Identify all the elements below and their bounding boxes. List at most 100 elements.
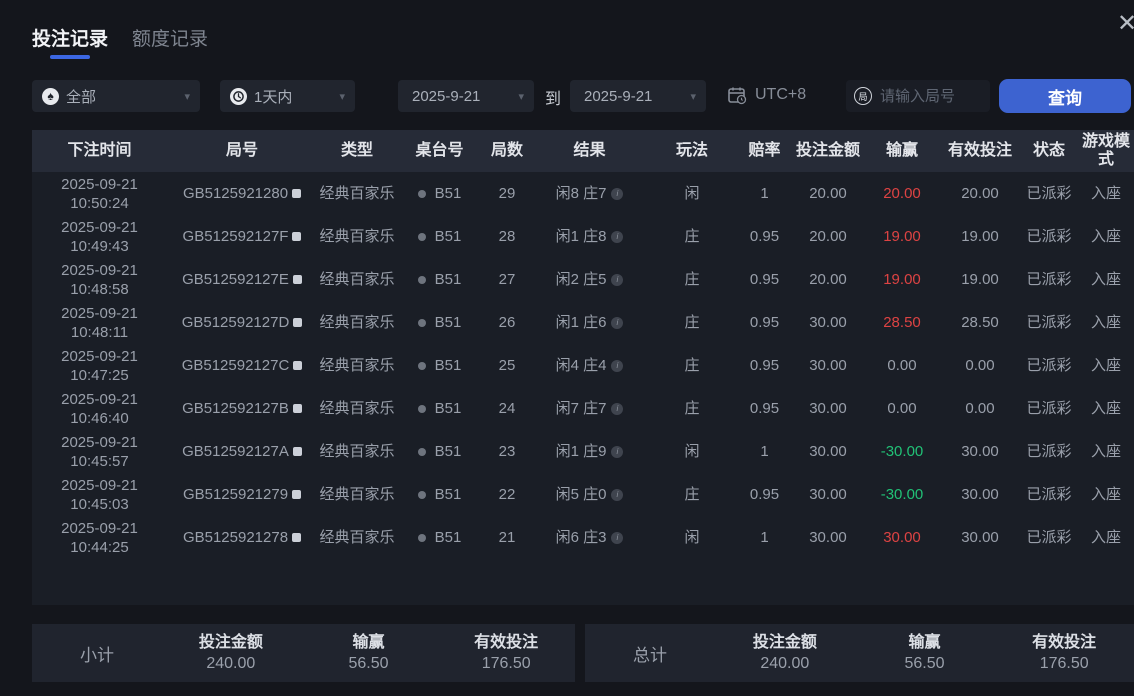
result-cell: 闲1 庄9 i	[532, 442, 647, 461]
bet-clock: 10:46:40	[70, 409, 129, 427]
result-text: 闲5 庄0	[555, 486, 607, 503]
result-text: 闲1 庄9	[555, 443, 607, 460]
bet-clock: 10:50:24	[70, 194, 129, 212]
total-bet-group: 投注金额 240.00	[715, 633, 855, 674]
info-icon[interactable]: i	[611, 488, 624, 501]
subtotal-win-value: 56.50	[348, 654, 389, 672]
copy-icon[interactable]	[292, 404, 302, 413]
header-win-loss: 输赢	[885, 142, 918, 159]
game-mode-cell: 入座	[1090, 529, 1121, 546]
search-button[interactable]: 查询	[999, 79, 1131, 113]
valid-bet-cell: 30.00	[961, 486, 999, 503]
time-range-select[interactable]: 1天内 ▾	[220, 80, 355, 112]
status-cell: 已派彩	[1026, 185, 1072, 202]
header-table-no: 桌台号	[415, 142, 464, 159]
info-icon[interactable]: i	[611, 531, 624, 544]
round-count-cell: 28	[498, 228, 516, 245]
game-mode-cell: 入座	[1090, 443, 1121, 460]
bet-records-table: 下注时间 局号 类型 桌台号 局数 结果 玩法 赔率 投注金额 输赢 有效投注 …	[32, 130, 1134, 605]
date-to-picker[interactable]: 2025-9-21 ▾	[570, 80, 706, 112]
bet-date: 2025-09-21	[61, 390, 138, 408]
round-count-cell: 26	[498, 314, 516, 331]
status-cell: 已派彩	[1026, 314, 1072, 331]
bet-clock: 10:48:11	[70, 323, 129, 341]
bet-time-cell: 2025-09-21 10:46:40	[32, 390, 167, 428]
game-mode-cell: 入座	[1090, 486, 1121, 503]
table-no-cell: B51	[397, 227, 482, 246]
bet-amount-cell: 30.00	[809, 443, 847, 460]
total-win-value: 56.50	[904, 654, 945, 672]
round-count-cell: 29	[498, 185, 516, 202]
total-win-group: 输赢 56.50	[855, 633, 995, 674]
bet-clock: 10:48:58	[70, 280, 129, 298]
time-range-value: 1天内	[254, 88, 293, 106]
odds-cell: 0.95	[749, 400, 780, 417]
round-id: GB512592127B	[182, 400, 289, 417]
round-count-cell: 23	[498, 443, 516, 460]
filter-bar: ♠ 全部 ▾ 1天内 ▾ 2025-9-21 ▾ 到 2025-9-21 ▾ U…	[0, 79, 1134, 114]
copy-icon[interactable]	[292, 533, 302, 542]
bet-clock: 10:44:25	[70, 538, 129, 556]
round-id-cell: GB512592127C	[167, 356, 317, 375]
round-id-cell: GB512592127E	[167, 270, 317, 289]
header-bet-time: 下注时间	[67, 142, 132, 159]
bet-time-cell: 2025-09-21 10:45:03	[32, 476, 167, 514]
total-valid-value: 176.50	[1039, 654, 1089, 672]
tab-quota-records[interactable]: 额度记录	[132, 24, 208, 59]
subtotal-win-group: 输赢 56.50	[300, 633, 438, 674]
table-no: B51	[434, 228, 462, 245]
game-mode-cell: 入座	[1090, 228, 1121, 245]
odds-cell: 1	[760, 529, 769, 546]
round-id: GB512592127E	[182, 271, 289, 288]
round-id: GB5125921278	[182, 529, 289, 546]
table-row: 2025-09-21 10:49:43 GB512592127F 经典百家乐 B…	[32, 215, 1134, 258]
timezone-value: UTC+8	[755, 86, 807, 103]
info-icon[interactable]: i	[611, 230, 624, 243]
valid-bet-cell: 0.00	[965, 400, 995, 417]
info-icon[interactable]: i	[611, 445, 624, 458]
game-type-cell: 经典百家乐	[319, 486, 395, 503]
result-text: 闲8 庄7	[555, 185, 607, 202]
subtotal-valid-value: 176.50	[481, 654, 531, 672]
bet-time-cell: 2025-09-21 10:45:57	[32, 433, 167, 471]
table-no: B51	[434, 271, 462, 288]
play-cell: 庄	[684, 486, 700, 503]
game-mode-cell: 入座	[1090, 314, 1121, 331]
status-cell: 已派彩	[1026, 357, 1072, 374]
copy-icon[interactable]	[292, 189, 302, 198]
game-type-cell: 经典百家乐	[319, 228, 395, 245]
valid-bet-cell: 30.00	[961, 529, 999, 546]
round-id-cell: GB512592127F	[167, 227, 317, 246]
bet-date: 2025-09-21	[61, 433, 138, 451]
copy-icon[interactable]	[293, 361, 303, 370]
subtotal-win-title: 输赢	[352, 633, 385, 651]
close-icon[interactable]: ✕	[1117, 12, 1134, 36]
tab-bet-records[interactable]: 投注记录	[32, 24, 108, 59]
info-icon[interactable]: i	[611, 273, 624, 286]
bet-time-cell: 2025-09-21 10:48:11	[32, 304, 167, 342]
copy-icon[interactable]	[292, 490, 302, 499]
header-round-count: 局数	[490, 142, 523, 159]
result-text: 闲7 庄7	[555, 400, 607, 417]
status-cell: 已派彩	[1026, 400, 1072, 417]
win-loss-cell: 20.00	[883, 185, 921, 202]
info-icon[interactable]: i	[611, 316, 624, 329]
game-type-select[interactable]: ♠ 全部 ▾	[32, 80, 200, 112]
copy-icon[interactable]	[293, 318, 303, 327]
info-icon[interactable]: i	[611, 402, 624, 415]
table-status-dot-icon	[417, 447, 426, 456]
copy-icon[interactable]	[292, 275, 302, 284]
round-id: GB512592127C	[181, 357, 290, 374]
info-icon[interactable]: i	[611, 359, 624, 372]
info-icon[interactable]: i	[611, 187, 624, 200]
date-from-picker[interactable]: 2025-9-21 ▾	[398, 80, 534, 112]
round-id-cell: GB5125921278	[167, 528, 317, 547]
bet-date: 2025-09-21	[61, 476, 138, 494]
result-cell: 闲5 庄0 i	[532, 485, 647, 504]
copy-icon[interactable]	[292, 447, 302, 456]
copy-icon[interactable]	[292, 232, 302, 241]
subtotal-bet-title: 投注金额	[198, 633, 263, 651]
bet-amount-cell: 30.00	[809, 529, 847, 546]
game-mode-cell: 入座	[1090, 185, 1121, 202]
round-number-input[interactable]	[878, 86, 990, 106]
